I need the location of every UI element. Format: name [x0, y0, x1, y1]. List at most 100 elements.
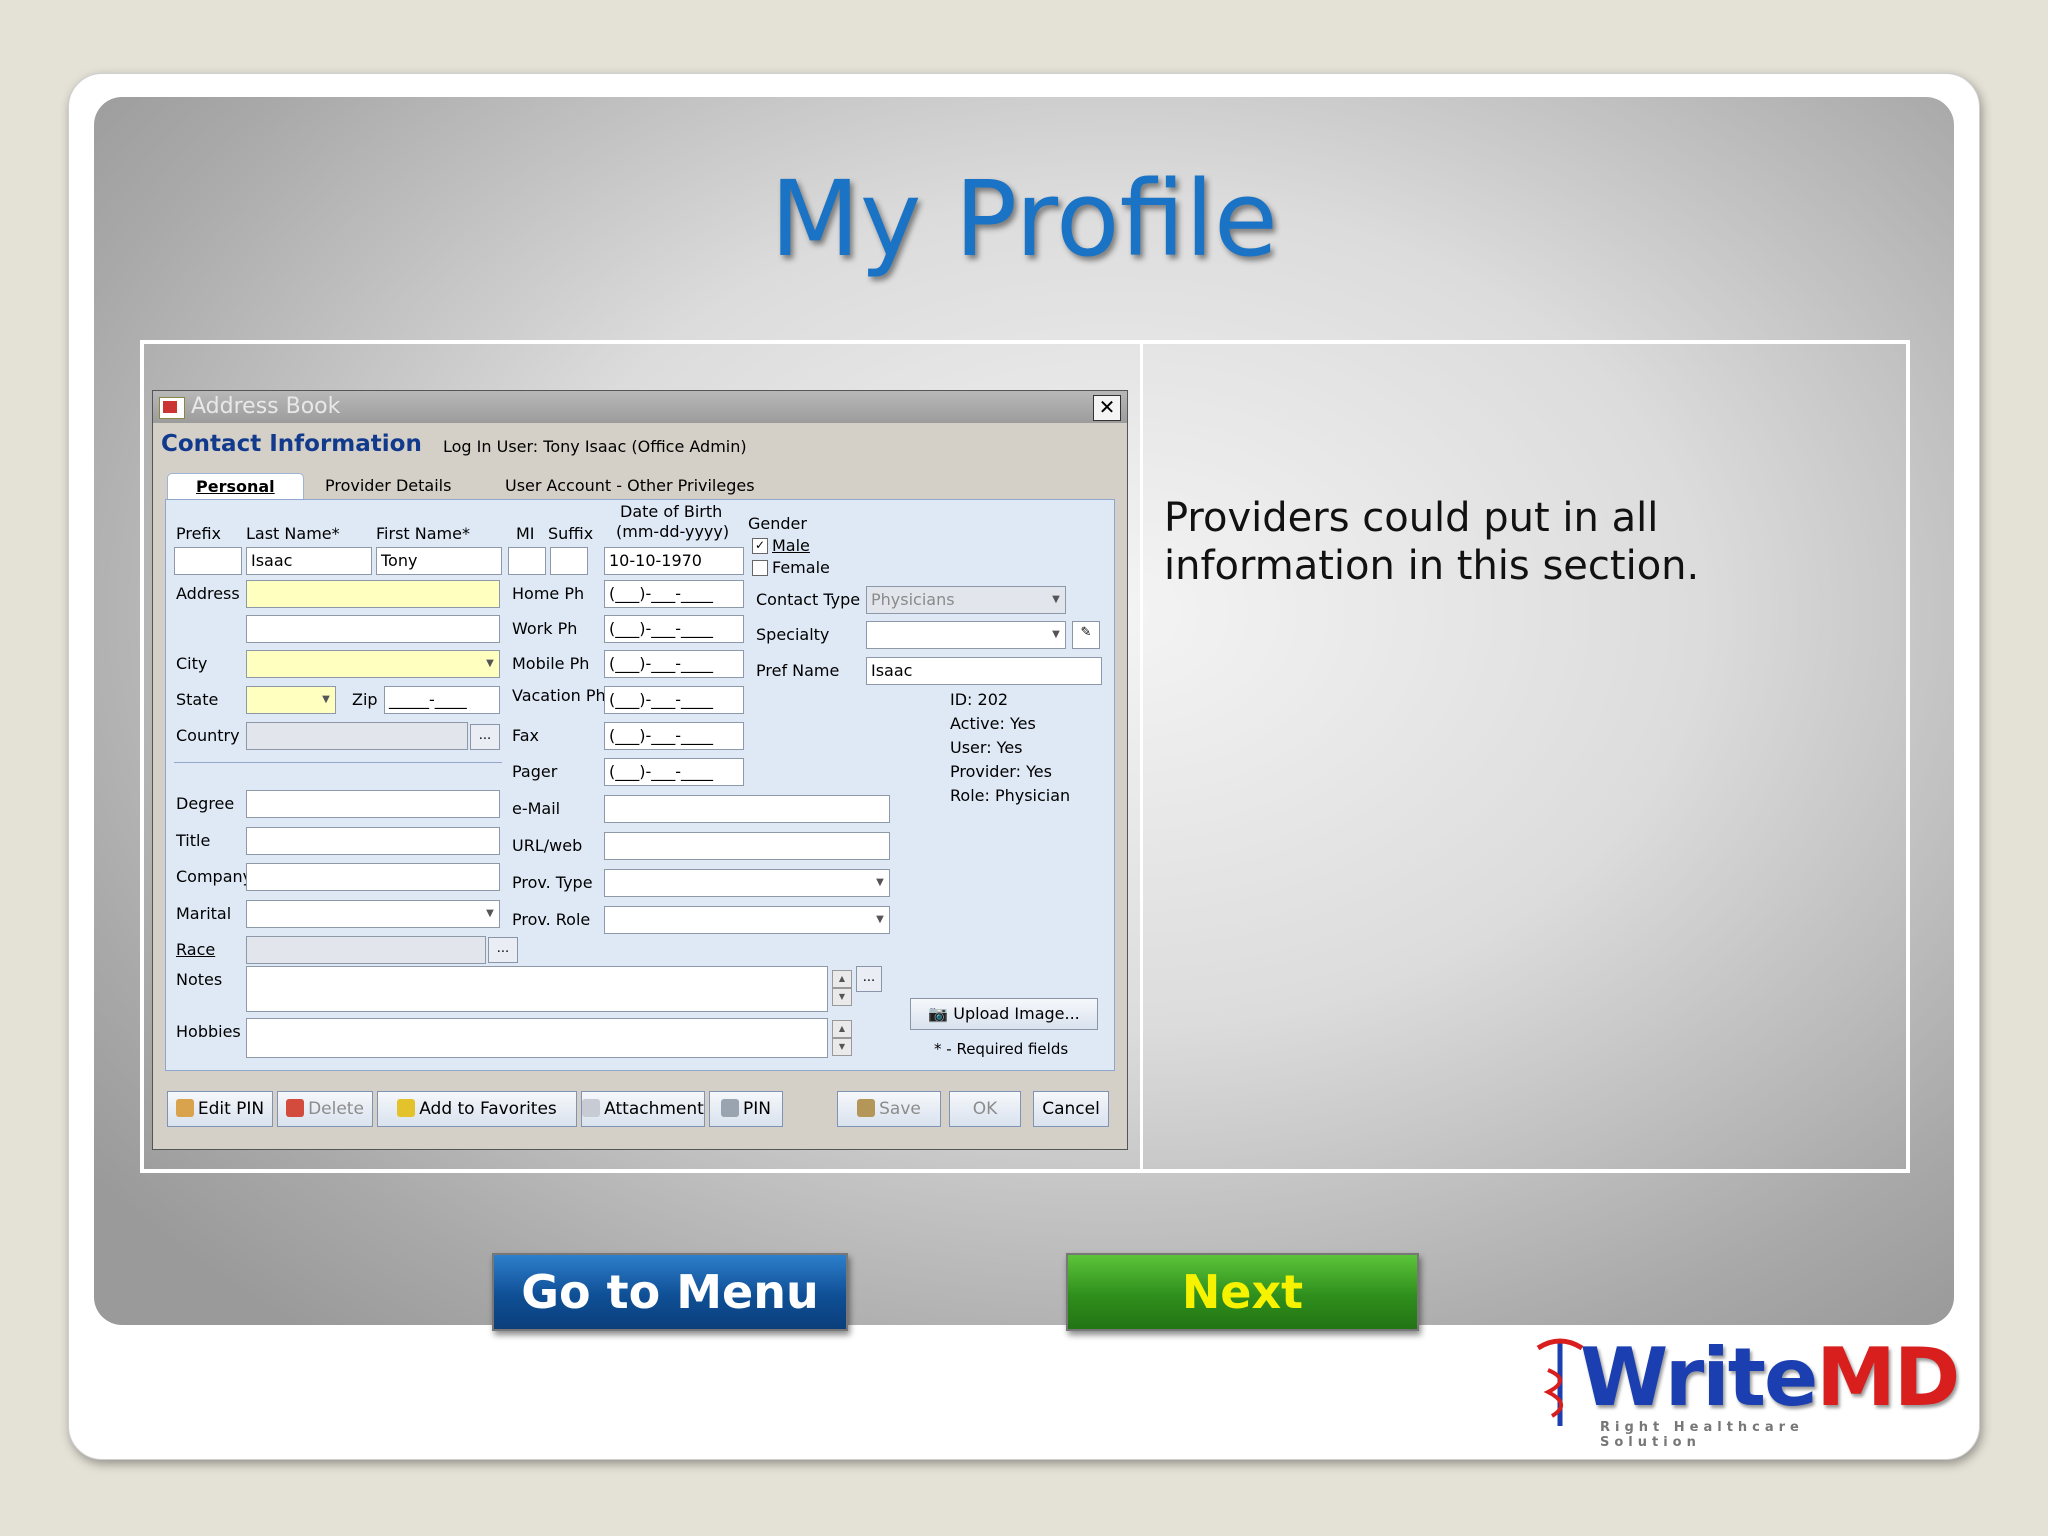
notes-scrollbar[interactable]: ▲ ▼: [832, 970, 852, 1008]
mobile-ph-input[interactable]: (___)-___-____: [604, 650, 744, 678]
race-browse-button[interactable]: ...: [488, 937, 518, 963]
fax-label: Fax: [512, 726, 540, 745]
chevron-down-icon: ▼: [876, 877, 884, 888]
account-info: ID: 202 Active: Yes User: Yes Provider: …: [950, 688, 1070, 808]
user-lock-icon: [175, 1099, 194, 1117]
hobbies-textarea[interactable]: [246, 1018, 828, 1058]
race-input[interactable]: [246, 936, 486, 964]
mi-input[interactable]: [508, 547, 546, 575]
notes-browse-button[interactable]: ...: [856, 966, 882, 992]
home-ph-input[interactable]: (___)-___-____: [604, 580, 744, 608]
first-name-label: First Name*: [376, 524, 470, 543]
dob-label-line1: Date of Birth: [620, 502, 723, 521]
section-divider: [174, 762, 502, 763]
suffix-input[interactable]: [550, 547, 588, 575]
city-select[interactable]: ▼: [246, 650, 500, 678]
fax-input[interactable]: (___)-___-____: [604, 722, 744, 750]
close-button[interactable]: ✕: [1093, 395, 1121, 421]
url-input[interactable]: [604, 832, 890, 860]
add-favorites-button[interactable]: Add to Favorites: [377, 1091, 577, 1127]
address2-input[interactable]: [246, 615, 500, 643]
contact-type-select[interactable]: Physicians ▼: [866, 586, 1066, 614]
add-favorites-label: Add to Favorites: [419, 1099, 557, 1119]
scroll-up-icon[interactable]: ▲: [832, 970, 852, 988]
slide-description: Providers could put in all information i…: [1164, 495, 1700, 589]
star-icon: [397, 1099, 416, 1117]
suffix-label: Suffix: [548, 524, 594, 543]
home-ph-label: Home Ph: [512, 584, 585, 603]
paperclip-icon: [582, 1099, 601, 1117]
address-input[interactable]: [246, 580, 500, 608]
chevron-down-icon: ▼: [486, 908, 494, 919]
camera-icon: 📷: [928, 1004, 954, 1023]
edit-specialty-icon[interactable]: ✎: [1072, 621, 1100, 649]
degree-input[interactable]: [246, 790, 500, 818]
ok-button[interactable]: OK: [949, 1091, 1021, 1127]
last-name-input[interactable]: Isaac: [246, 547, 372, 575]
prov-role-select[interactable]: ▼: [604, 906, 890, 934]
print-pin-button[interactable]: PIN: [709, 1091, 783, 1127]
gender-male-label: Male: [772, 536, 810, 555]
prov-type-select[interactable]: ▼: [604, 869, 890, 897]
delete-label: Delete: [308, 1099, 364, 1119]
save-button[interactable]: Save: [837, 1091, 941, 1127]
prefix-input[interactable]: [174, 547, 242, 575]
marital-label: Marital: [176, 904, 232, 923]
pref-name-input[interactable]: Isaac: [866, 657, 1102, 685]
attachment-button[interactable]: Attachment: [581, 1091, 705, 1127]
chevron-down-icon: ▼: [322, 694, 330, 705]
gender-female-checkbox[interactable]: [752, 560, 768, 576]
tab-user-account[interactable]: User Account - Other Privileges: [505, 473, 755, 499]
email-input[interactable]: [604, 795, 890, 823]
go-to-menu-button[interactable]: Go to Menu: [492, 1253, 848, 1331]
scroll-down-icon[interactable]: ▼: [832, 1038, 852, 1056]
pager-input[interactable]: (___)-___-____: [604, 758, 744, 786]
work-ph-label: Work Ph: [512, 619, 578, 638]
edit-pin-button[interactable]: Edit PIN: [167, 1091, 273, 1127]
logo-tagline: Right Healthcare Solution: [1600, 1420, 1804, 1450]
notes-textarea[interactable]: [246, 966, 828, 1012]
vacation-ph-input[interactable]: (___)-___-____: [604, 686, 744, 714]
country-label: Country: [176, 726, 240, 745]
last-name-label: Last Name*: [246, 524, 340, 543]
contact-type-label: Contact Type: [756, 590, 861, 609]
pager-label: Pager: [512, 762, 558, 781]
role-text: Role: Physician: [950, 786, 1071, 805]
notes-label: Notes: [176, 970, 223, 989]
logo-text-write: Write: [1580, 1331, 1818, 1424]
gender-female-label: Female: [772, 558, 830, 577]
gender-male-checkbox[interactable]: ✓: [752, 538, 768, 554]
chevron-down-icon: ▼: [1052, 594, 1060, 605]
user-text: User: Yes: [950, 738, 1023, 757]
tab-personal[interactable]: Personal: [167, 473, 304, 500]
personal-tab-panel: Prefix Last Name* First Name* MI Suffix …: [165, 499, 1115, 1071]
dob-input[interactable]: 10-10-1970: [604, 547, 744, 575]
prov-type-label: Prov. Type: [512, 873, 593, 892]
race-label: Race: [176, 940, 216, 959]
specialty-label: Specialty: [756, 625, 830, 644]
company-input[interactable]: [246, 863, 500, 891]
scroll-down-icon[interactable]: ▼: [832, 988, 852, 1006]
id-text: ID: 202: [950, 690, 1009, 709]
attachment-label: Attachment: [604, 1099, 704, 1119]
marital-select[interactable]: ▼: [246, 900, 500, 928]
writemd-logo: WriteMD Right Healthcare Solution: [1530, 1330, 1960, 1450]
next-button[interactable]: Next: [1066, 1253, 1419, 1331]
state-select[interactable]: ▼: [246, 686, 336, 714]
work-ph-input[interactable]: (___)-___-____: [604, 615, 744, 643]
cancel-button[interactable]: Cancel: [1033, 1091, 1109, 1127]
company-label: Company: [176, 867, 253, 886]
zip-input[interactable]: _____-____: [384, 686, 500, 714]
mobile-ph-label: Mobile Ph: [512, 654, 590, 673]
first-name-input[interactable]: Tony: [376, 547, 502, 575]
title-input[interactable]: [246, 827, 500, 855]
hobbies-label: Hobbies: [176, 1022, 241, 1041]
specialty-select[interactable]: ▼: [866, 621, 1066, 649]
hobbies-scrollbar[interactable]: ▲ ▼: [832, 1020, 852, 1058]
scroll-up-icon[interactable]: ▲: [832, 1020, 852, 1038]
country-input[interactable]: [246, 722, 468, 750]
country-browse-button[interactable]: ...: [470, 724, 500, 750]
upload-image-button[interactable]: 📷 Upload Image...: [910, 998, 1098, 1030]
tab-provider-details[interactable]: Provider Details: [325, 473, 451, 499]
delete-button[interactable]: Delete: [277, 1091, 373, 1127]
